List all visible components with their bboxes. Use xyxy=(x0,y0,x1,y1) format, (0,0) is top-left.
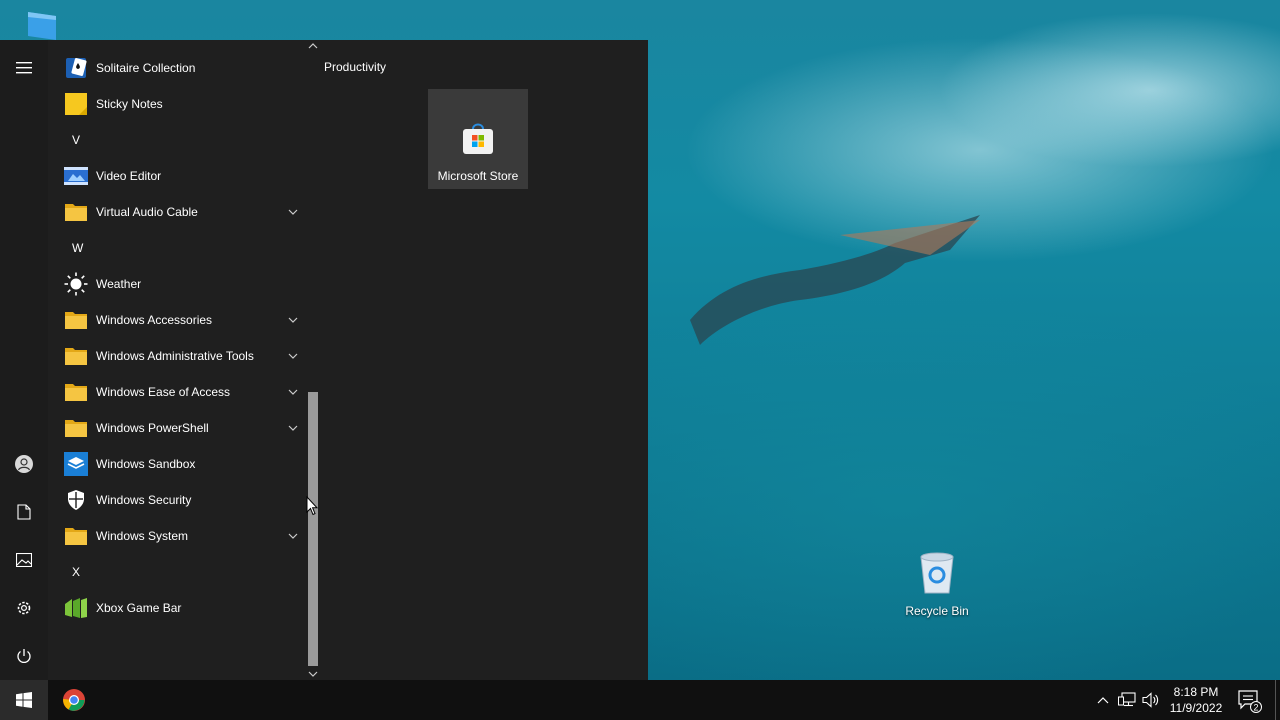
app-label: Windows Accessories xyxy=(96,313,213,327)
diver-figure xyxy=(690,215,980,345)
folder-icon xyxy=(65,384,87,401)
app-folder-windows-ease-of-access[interactable]: Windows Ease of Access xyxy=(48,374,306,410)
windows-logo-icon xyxy=(16,692,32,708)
pictures-button[interactable] xyxy=(0,540,48,580)
folder-icon xyxy=(65,528,87,545)
chevron-down-icon xyxy=(288,209,298,215)
app-label: Weather xyxy=(96,277,142,291)
app-label: Windows Sandbox xyxy=(96,457,196,471)
desktop-app-icon[interactable] xyxy=(26,10,58,42)
app-label: Solitaire Collection xyxy=(96,61,196,75)
app-windows-sandbox[interactable]: Windows Sandbox xyxy=(48,446,306,482)
network-icon xyxy=(1118,692,1136,707)
mouse-cursor-icon xyxy=(306,496,318,516)
tile-group-title[interactable]: Productivity xyxy=(324,60,386,74)
chevron-down-icon xyxy=(288,353,298,359)
app-label: Xbox Game Bar xyxy=(96,601,182,615)
weather-sun-icon xyxy=(64,272,88,296)
clock-date: 11/9/2022 xyxy=(1169,701,1223,715)
scroll-up-arrow-icon[interactable] xyxy=(308,41,318,51)
app-label: Virtual Audio Cable xyxy=(96,205,198,219)
show-desktop-button[interactable] xyxy=(1275,680,1280,720)
power-button[interactable] xyxy=(0,636,48,676)
taskbar-chrome-button[interactable] xyxy=(50,680,98,720)
folder-icon xyxy=(65,312,87,329)
notification-count: 2 xyxy=(1253,702,1258,712)
app-label: Windows Administrative Tools xyxy=(96,349,254,363)
documents-icon xyxy=(17,504,31,520)
notification-icon: 2 xyxy=(1238,690,1262,713)
shield-icon xyxy=(68,490,84,510)
action-center-button[interactable]: 2 xyxy=(1232,680,1266,720)
settings-button[interactable] xyxy=(0,588,48,628)
letter-label: X xyxy=(72,565,81,579)
chrome-icon xyxy=(63,689,85,711)
letter-header-w[interactable]: W xyxy=(48,230,306,266)
folder-icon xyxy=(65,420,87,437)
network-button[interactable] xyxy=(1116,680,1138,720)
app-list: Solitaire Collection Sticky Notes V Vide… xyxy=(48,40,306,680)
recycle-bin-shortcut[interactable]: Recycle Bin xyxy=(897,545,977,618)
taskbar: 8:18 PM 11/9/2022 2 xyxy=(0,680,1280,720)
app-folder-virtual-audio-cable[interactable]: Virtual Audio Cable xyxy=(48,194,306,230)
app-sticky-notes[interactable]: Sticky Notes xyxy=(48,86,306,122)
letter-label: V xyxy=(72,133,81,147)
video-editor-icon xyxy=(64,167,88,185)
letter-header-x[interactable]: X xyxy=(48,554,306,590)
sandbox-icon xyxy=(64,452,88,476)
app-xbox-game-bar[interactable]: Xbox Game Bar xyxy=(48,590,306,626)
recycle-bin-icon xyxy=(920,552,954,594)
recycle-bin-label: Recycle Bin xyxy=(905,604,969,618)
app-weather[interactable]: Weather xyxy=(48,266,306,302)
chevron-down-icon xyxy=(288,317,298,323)
chevron-down-icon xyxy=(288,425,298,431)
app-windows-security[interactable]: Windows Security xyxy=(48,482,306,518)
scroll-down-arrow-icon[interactable] xyxy=(308,669,318,679)
letter-header-v[interactable]: V xyxy=(48,122,306,158)
tile-microsoft-store[interactable]: Microsoft Store xyxy=(428,89,528,189)
user-account-button[interactable] xyxy=(0,444,48,484)
chevron-down-icon xyxy=(288,533,298,539)
pictures-icon xyxy=(16,553,32,567)
folder-icon xyxy=(65,204,87,221)
start-button[interactable] xyxy=(0,680,48,720)
tiles-area: Productivity Microsoft Store xyxy=(320,40,648,680)
chevron-down-icon xyxy=(288,389,298,395)
app-folder-windows-accessories[interactable]: Windows Accessories xyxy=(48,302,306,338)
microsoft-store-icon xyxy=(463,123,493,154)
power-icon xyxy=(17,649,31,663)
start-menu: Solitaire Collection Sticky Notes V Vide… xyxy=(0,40,648,680)
app-label: Windows Security xyxy=(96,493,192,507)
volume-button[interactable] xyxy=(1140,680,1162,720)
expand-menu-button[interactable] xyxy=(0,48,48,88)
solitaire-icon xyxy=(66,58,87,78)
start-rail xyxy=(0,40,48,680)
app-label: Sticky Notes xyxy=(96,97,163,111)
taskbar-clock[interactable]: 8:18 PM 11/9/2022 xyxy=(1164,680,1228,720)
scroll-thumb[interactable] xyxy=(308,392,318,666)
letter-label: W xyxy=(72,241,84,255)
folder-icon xyxy=(65,348,87,365)
clock-time: 8:18 PM xyxy=(1173,685,1219,699)
sticky-notes-icon xyxy=(65,93,87,115)
show-hidden-icons-button[interactable] xyxy=(1094,680,1112,720)
tile-label: Microsoft Store xyxy=(437,169,519,183)
user-account-icon xyxy=(15,455,33,473)
app-label: Windows Ease of Access xyxy=(96,385,231,399)
app-label: Windows PowerShell xyxy=(96,421,209,435)
app-folder-windows-powershell[interactable]: Windows PowerShell xyxy=(48,410,306,446)
chevron-up-icon xyxy=(1097,697,1109,704)
xbox-game-bar-icon xyxy=(65,598,87,618)
app-folder-windows-administrative-tools[interactable]: Windows Administrative Tools xyxy=(48,338,306,374)
app-list-scrollbar[interactable] xyxy=(306,40,320,680)
app-label: Windows System xyxy=(96,529,189,543)
app-solitaire-collection[interactable]: Solitaire Collection xyxy=(48,50,306,86)
speaker-volume-icon xyxy=(1142,692,1159,708)
settings-gear-icon xyxy=(17,601,31,615)
app-label: Video Editor xyxy=(96,169,162,183)
app-folder-windows-system[interactable]: Windows System xyxy=(48,518,306,554)
documents-button[interactable] xyxy=(0,492,48,532)
app-video-editor[interactable]: Video Editor xyxy=(48,158,306,194)
hamburger-menu-icon xyxy=(16,62,32,74)
